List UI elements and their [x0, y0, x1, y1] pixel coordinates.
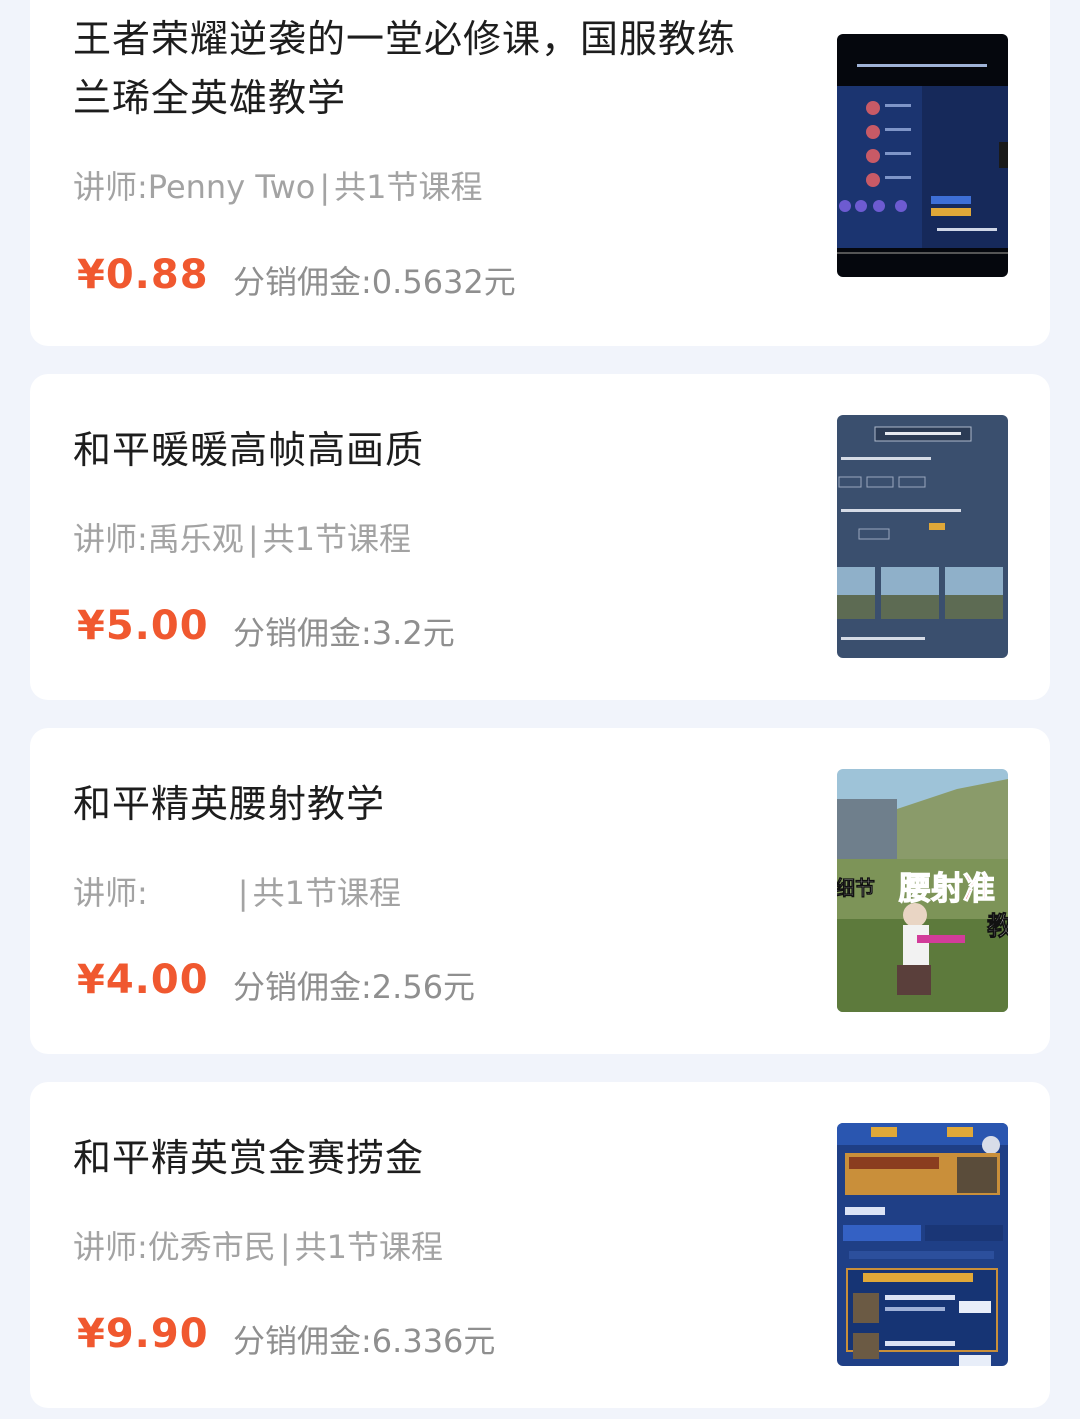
meta-separator: |	[247, 520, 259, 558]
commission-value: 0.5632元	[371, 263, 516, 301]
course-thumbnail[interactable]	[837, 1123, 1008, 1366]
course-meta: 讲师:Penny Two | 共1节课程	[73, 162, 482, 208]
lesson-count: 共1节课程	[252, 874, 401, 912]
commission-value: 3.2元	[371, 614, 455, 652]
teacher-name: Penny Two	[147, 168, 316, 206]
course-price: ¥4.00	[77, 957, 209, 1003]
commission-value: 6.336元	[371, 1322, 496, 1360]
course-meta: 讲师: | 共1节课程	[73, 868, 401, 914]
video-player-thumbnail-image	[837, 34, 1008, 277]
course-price: ¥0.88	[77, 252, 209, 298]
teacher-prefix: 讲师:	[73, 520, 148, 558]
course-card[interactable]: 和平精英赏金赛捞金 讲师:优秀市民 | 共1节课程 ¥9.90 分销佣金:6.336…	[30, 1082, 1050, 1408]
course-card[interactable]: 王者荣耀逆袭的一堂必修课，国服教练兰琋全英雄教学 讲师:Penny Two | 共1…	[30, 0, 1050, 346]
lesson-count: 共1节课程	[262, 520, 411, 558]
lesson-count: 共1节课程	[294, 1228, 443, 1266]
commission-text: 分销佣金:6.336元	[233, 1316, 495, 1362]
course-title: 和平精英赏金赛捞金	[73, 1136, 425, 1180]
teacher-name: 优秀市民	[147, 1228, 276, 1266]
commission-label: 分销佣金:	[233, 1322, 372, 1360]
teacher-prefix: 讲师:	[73, 168, 148, 206]
teacher-prefix: 讲师:	[73, 874, 148, 912]
thumbnail-caption-b: 腰射准	[899, 869, 995, 907]
teacher-name: 禹乐观	[147, 520, 244, 558]
course-thumbnail[interactable]	[837, 34, 1008, 277]
graphics-settings-thumbnail-image	[837, 415, 1008, 658]
meta-separator: |	[237, 874, 249, 912]
commission-text: 分销佣金:3.2元	[233, 608, 455, 654]
course-price: ¥5.00	[77, 603, 209, 649]
commission-label: 分销佣金:	[233, 968, 372, 1006]
teacher-prefix: 讲师:	[73, 1228, 148, 1266]
course-title: 和平精英腰射教学	[73, 782, 386, 826]
meta-separator: |	[279, 1228, 291, 1266]
commission-label: 分销佣金:	[233, 263, 372, 301]
course-meta: 讲师:优秀市民 | 共1节课程	[73, 1222, 443, 1268]
commission-text: 分销佣金:2.56元	[233, 962, 475, 1008]
course-meta: 讲师:禹乐观 | 共1节课程	[73, 514, 411, 560]
bounty-match-thumbnail-image	[837, 1123, 1008, 1366]
course-title: 和平暖暖高帧高画质	[73, 428, 425, 472]
course-price: ¥9.90	[77, 1311, 209, 1357]
course-thumbnail[interactable]	[837, 415, 1008, 658]
course-thumbnail[interactable]: 细节 腰射准 教	[837, 769, 1008, 1012]
lesson-count: 共1节课程	[334, 168, 483, 206]
meta-separator: |	[319, 168, 331, 206]
commission-label: 分销佣金:	[233, 614, 372, 652]
commission-value: 2.56元	[371, 968, 476, 1006]
course-title: 王者荣耀逆袭的一堂必修课，国服教练兰琋全英雄教学	[73, 17, 737, 120]
hip-fire-thumbnail-image: 细节 腰射准 教	[837, 769, 1008, 1012]
commission-text: 分销佣金:0.5632元	[233, 257, 516, 303]
thumbnail-caption-c: 教	[987, 912, 1008, 942]
course-card[interactable]: 和平暖暖高帧高画质 讲师:禹乐观 | 共1节课程 ¥5.00 分销佣金:3.2元	[30, 374, 1050, 700]
thumbnail-caption-a: 细节	[837, 876, 875, 900]
course-card[interactable]: 和平精英腰射教学 讲师: | 共1节课程 ¥4.00 分销佣金:2.56元 细节 腰…	[30, 728, 1050, 1054]
